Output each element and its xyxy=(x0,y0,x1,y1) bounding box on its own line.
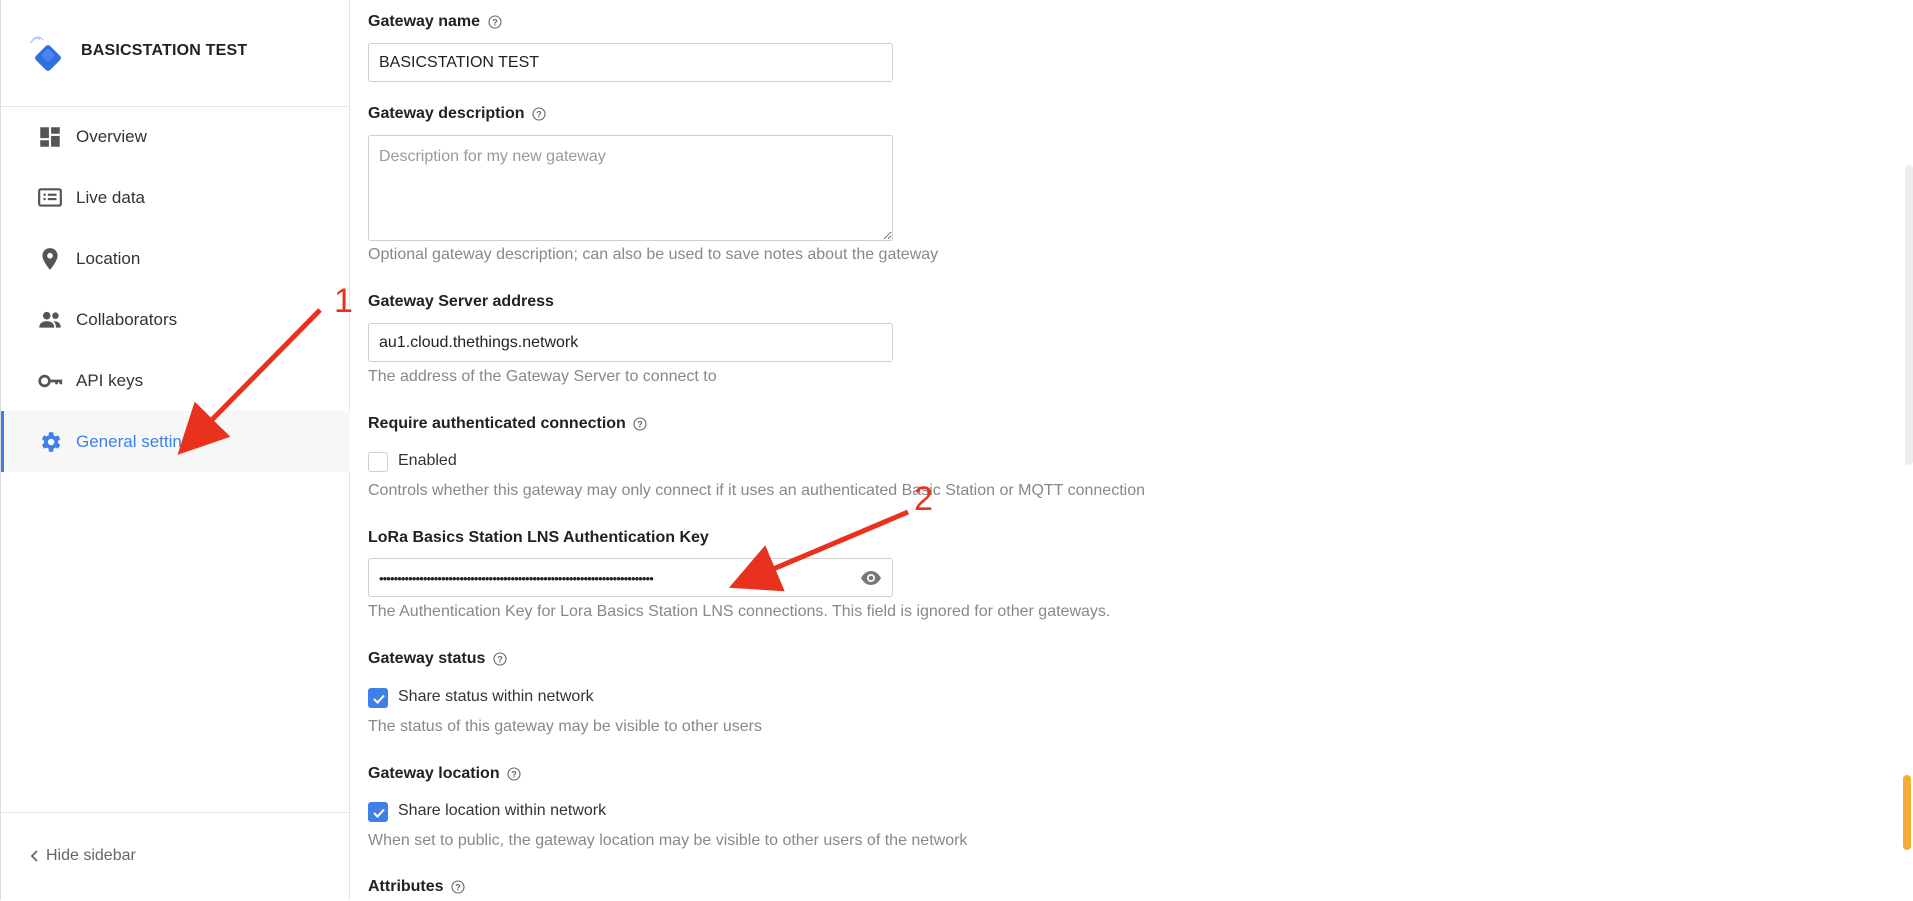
help-icon[interactable]: ? xyxy=(451,880,465,894)
gear-icon xyxy=(41,432,61,452)
dashboard-icon xyxy=(40,127,60,147)
sidebar-item-label: Collaborators xyxy=(76,310,178,329)
sidebar-item-label: Location xyxy=(76,249,141,268)
label-text: Gateway description xyxy=(368,105,525,122)
eye-icon[interactable] xyxy=(860,569,882,587)
lns-key-label: LoRa Basics Station LNS Authentication K… xyxy=(368,529,709,546)
gateway-name-label: Gateway name ? xyxy=(368,13,502,31)
svg-text:?: ? xyxy=(536,109,542,119)
chevron-left-icon xyxy=(30,850,38,862)
svg-text:?: ? xyxy=(497,654,503,664)
svg-text:?: ? xyxy=(638,419,644,429)
sidebar-item-location[interactable]: Location xyxy=(1,228,350,289)
share-location-checkbox[interactable] xyxy=(368,802,388,822)
scroll-indicator xyxy=(1903,775,1911,850)
server-address-input[interactable] xyxy=(368,323,893,362)
gateway-logo-icon xyxy=(30,36,61,71)
label-text: Gateway location xyxy=(368,765,500,782)
location-pin-icon xyxy=(42,248,58,270)
settings-form: Gateway name ? Gateway description ? Opt… xyxy=(368,0,1868,900)
sidebar-item-label: General settings xyxy=(76,432,200,451)
lns-key-input[interactable]: ••••••••••••••••••••••••••••••••••••••••… xyxy=(368,558,893,597)
share-status-checkbox-label[interactable]: Share status within network xyxy=(398,688,594,706)
sidebar-header: BASICSTATION TEST xyxy=(1,0,350,107)
require-auth-checkbox-label[interactable]: Enabled xyxy=(398,452,457,470)
label-text: Gateway status xyxy=(368,650,486,667)
svg-text:?: ? xyxy=(492,17,498,27)
sidebar-nav: Overview Live data Location Collaborator… xyxy=(1,106,350,472)
attributes-label: Attributes ? xyxy=(368,878,465,896)
require-auth-label: Require authenticated connection ? xyxy=(368,415,647,433)
sidebar: BASICSTATION TEST Overview Live data Loc… xyxy=(0,0,350,900)
sidebar-item-general-settings[interactable]: General settings xyxy=(1,411,350,472)
gateway-description-textarea[interactable] xyxy=(368,135,893,241)
gateway-status-help: The status of this gateway may be visibl… xyxy=(368,718,762,735)
lns-key-masked-value: ••••••••••••••••••••••••••••••••••••••••… xyxy=(379,571,654,586)
gateway-name-input[interactable] xyxy=(368,43,893,82)
help-icon[interactable]: ? xyxy=(507,767,521,781)
server-address-help: The address of the Gateway Server to con… xyxy=(368,368,717,385)
gateway-description-label: Gateway description ? xyxy=(368,105,546,123)
svg-text:?: ? xyxy=(455,882,461,892)
checkmark-icon xyxy=(373,694,385,704)
sidebar-item-live-data[interactable]: Live data xyxy=(1,167,350,228)
page-scrollbar[interactable] xyxy=(1901,0,1913,900)
gateway-title: BASICSTATION TEST xyxy=(81,42,248,59)
gateway-status-label: Gateway status ? xyxy=(368,650,507,668)
scrollbar-thumb[interactable] xyxy=(1905,165,1913,465)
label-text: Gateway name xyxy=(368,13,481,30)
gateway-location-label: Gateway location ? xyxy=(368,765,521,783)
share-status-checkbox[interactable] xyxy=(368,688,388,708)
help-icon[interactable]: ? xyxy=(487,15,502,29)
svg-text:?: ? xyxy=(511,769,517,779)
checkmark-icon xyxy=(373,808,385,818)
share-location-checkbox-label[interactable]: Share location within network xyxy=(398,802,606,820)
people-icon xyxy=(39,311,61,328)
help-icon[interactable]: ? xyxy=(633,417,647,431)
label-text: Require authenticated connection xyxy=(368,415,626,432)
lns-key-help: The Authentication Key for Lora Basics S… xyxy=(368,603,1111,620)
help-icon[interactable]: ? xyxy=(493,652,507,666)
help-icon[interactable]: ? xyxy=(532,107,546,121)
live-data-icon xyxy=(38,188,62,207)
gateway-description-help: Optional gateway description; can also b… xyxy=(368,246,939,263)
label-text: Attributes xyxy=(368,878,444,895)
sidebar-item-label: Overview xyxy=(76,127,147,146)
key-icon xyxy=(38,374,63,388)
sidebar-item-label: API keys xyxy=(76,371,144,390)
sidebar-item-overview[interactable]: Overview xyxy=(1,106,350,167)
sidebar-item-label: Live data xyxy=(76,188,145,207)
require-auth-checkbox[interactable] xyxy=(368,452,388,472)
hide-sidebar-button[interactable]: Hide sidebar xyxy=(1,812,350,901)
require-auth-help: Controls whether this gateway may only c… xyxy=(368,482,1145,499)
hide-sidebar-label: Hide sidebar xyxy=(46,847,136,864)
gateway-location-help: When set to public, the gateway location… xyxy=(368,832,968,849)
sidebar-item-collaborators[interactable]: Collaborators xyxy=(1,289,350,350)
server-address-label: Gateway Server address xyxy=(368,293,554,310)
sidebar-item-api-keys[interactable]: API keys xyxy=(1,350,350,411)
